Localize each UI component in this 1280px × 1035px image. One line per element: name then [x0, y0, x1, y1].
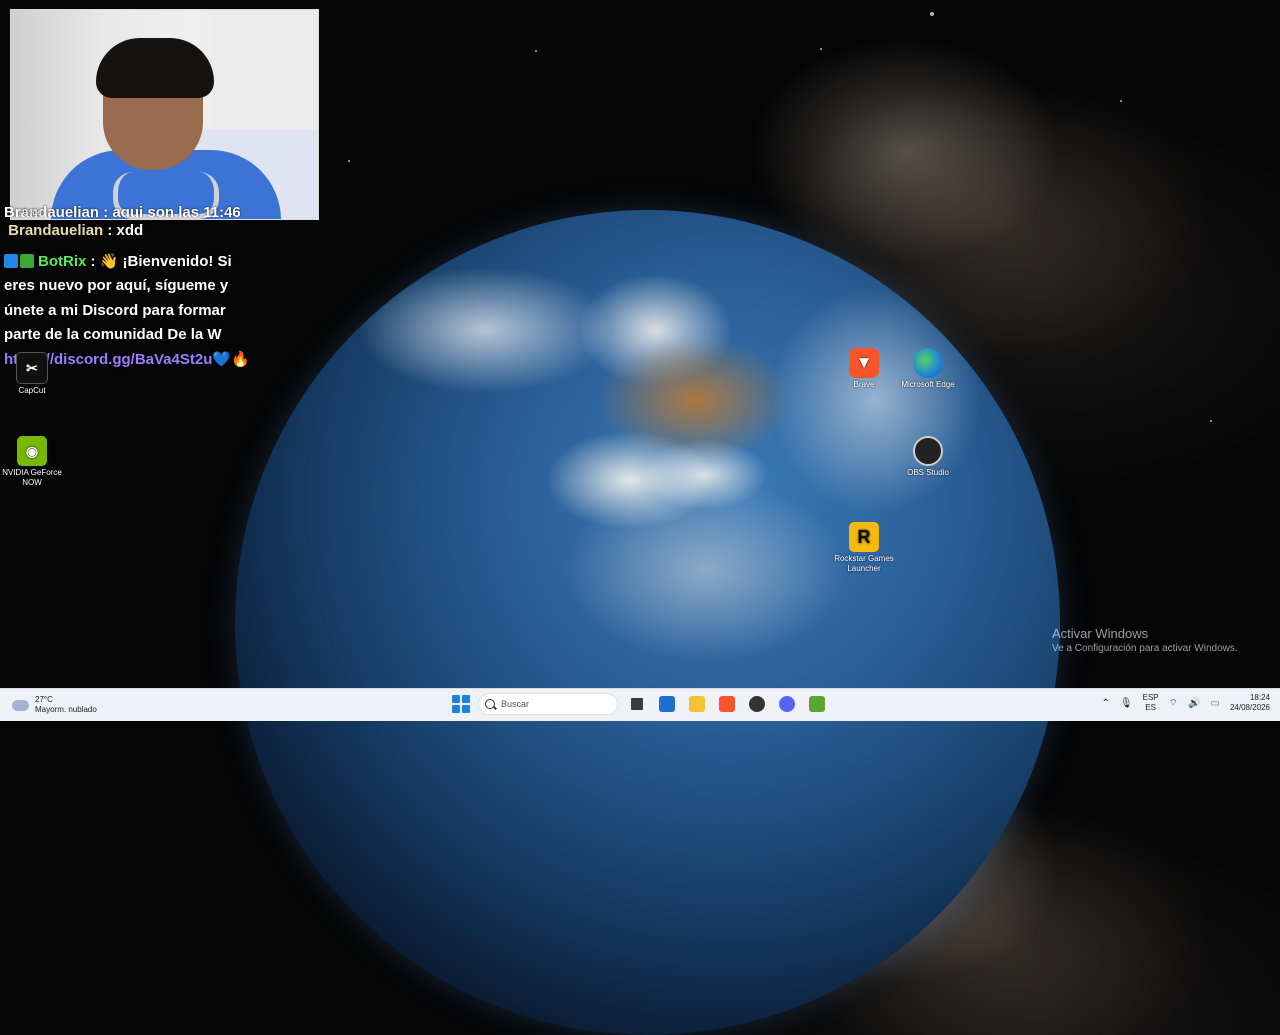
- taskbar: 27°C Mayorm. nublado Buscar ⌃ 🎙 ESP ES ⌔…: [0, 688, 1280, 721]
- activate-windows-watermark: Activar Windows Ve a Configuración para …: [1052, 626, 1238, 654]
- system-tray: ⌃ 🎙 ESP ES ⌔ 🔊 ▭ 18:24 24/08/2026: [1102, 693, 1270, 713]
- desktop-icon-rockstar[interactable]: R Rockstar Games Launcher: [832, 522, 896, 574]
- desktop-icon-edge[interactable]: Microsoft Edge: [896, 348, 960, 390]
- watermark-subtitle: Ve a Configuración para activar Windows.: [1052, 643, 1238, 654]
- brave-icon: [719, 696, 735, 712]
- discord-taskbar-button[interactable]: [776, 693, 798, 715]
- obs-taskbar-icon: [749, 696, 765, 712]
- watermark-title: Activar Windows: [1052, 626, 1149, 641]
- weather-widget[interactable]: 27°C Mayorm. nublado: [10, 695, 97, 715]
- file-explorer-button[interactable]: [686, 693, 708, 715]
- webcam-overlay: [10, 9, 319, 220]
- microsoft-store-button[interactable]: [656, 693, 678, 715]
- edge-label: Microsoft Edge: [901, 380, 955, 389]
- star: [1120, 100, 1122, 102]
- chat-username: BotRix: [38, 252, 87, 270]
- weather-temp: 27°C: [35, 695, 53, 704]
- minecraft-taskbar-button[interactable]: [806, 693, 828, 715]
- bot-badges-icon: [4, 252, 38, 268]
- obs-label: OBS Studio: [907, 468, 949, 477]
- star: [930, 12, 934, 16]
- chat-message: Brandauelian : xdd: [8, 222, 144, 239]
- geforce-label: NVIDIA GeForce NOW: [2, 468, 62, 487]
- weather-desc: Mayorm. nublado: [35, 705, 97, 714]
- desktop-icon-code[interactable]: Code: [0, 208, 64, 218]
- stream-chat-overlay: Brandauelian : aqui son las 11:46 Branda…: [4, 204, 256, 372]
- battery-icon[interactable]: ▭: [1211, 698, 1220, 709]
- taskbar-apps: Buscar: [452, 693, 828, 715]
- desktop-icon-geforce-now[interactable]: ◉ NVIDIA GeForce NOW: [0, 436, 64, 488]
- obs-taskbar-button[interactable]: [746, 693, 768, 715]
- nvidia-icon: ◉: [17, 436, 47, 466]
- search-placeholder: Buscar: [501, 699, 530, 709]
- code-label: Code: [22, 208, 42, 217]
- brave-taskbar-button[interactable]: [716, 693, 738, 715]
- star: [1210, 420, 1212, 422]
- brave-label: Brave: [853, 380, 875, 389]
- desktop-icon-obs[interactable]: OBS Studio: [896, 436, 960, 478]
- task-view-button[interactable]: [626, 693, 648, 715]
- language-indicator[interactable]: ESP ES: [1143, 693, 1159, 713]
- star: [535, 50, 537, 52]
- star: [820, 48, 822, 50]
- edge-icon: [913, 348, 943, 378]
- capcut-icon: ✂: [16, 352, 48, 384]
- desktop-icon-brave[interactable]: ▼ Brave: [832, 348, 896, 390]
- search-icon: [485, 699, 495, 709]
- rockstar-label: Rockstar Games Launcher: [834, 554, 894, 573]
- start-button[interactable]: [452, 695, 470, 713]
- rockstar-icon: R: [849, 522, 879, 552]
- store-icon: [659, 696, 675, 712]
- minecraft-icon: [809, 696, 825, 712]
- star: [348, 160, 350, 162]
- lang-top: ESP: [1142, 693, 1159, 702]
- chat-username: Brandauelian: [8, 222, 104, 239]
- obs-icon: [913, 436, 943, 466]
- volume-icon[interactable]: 🔊: [1188, 698, 1200, 709]
- cloud-icon: [10, 696, 29, 711]
- lang-bottom: ES: [1145, 703, 1156, 712]
- clock-time: 18:24: [1249, 693, 1270, 702]
- task-view-icon: [631, 698, 643, 710]
- brave-lion-icon: ▼: [849, 348, 879, 378]
- clock-date: 24/08/2026: [1229, 703, 1270, 712]
- folder-icon: [689, 696, 705, 712]
- clock[interactable]: 18:24 24/08/2026: [1230, 693, 1270, 713]
- chevron-up-icon[interactable]: ⌃: [1102, 698, 1110, 709]
- capcut-label: CapCut: [18, 386, 46, 395]
- earth-wallpaper: [235, 210, 1060, 1035]
- chat-text: xdd: [116, 222, 144, 239]
- wifi-icon[interactable]: ⌔: [1169, 697, 1178, 710]
- microphone-icon[interactable]: 🎙: [1120, 698, 1133, 709]
- heart-fire-emoji: 💙🔥: [212, 350, 250, 368]
- search-box[interactable]: Buscar: [478, 693, 618, 715]
- desktop-icon-capcut[interactable]: ✂ CapCut: [0, 352, 64, 396]
- discord-icon: [779, 696, 795, 712]
